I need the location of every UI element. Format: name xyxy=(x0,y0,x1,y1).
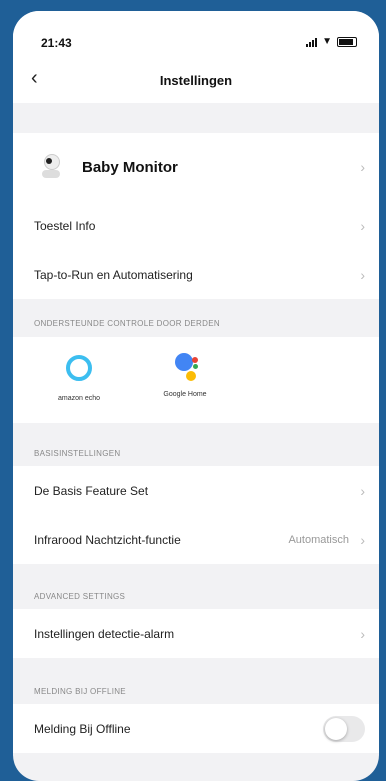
row-label: Tap-to-Run en Automatisering xyxy=(34,267,193,282)
chevron-right-icon: › xyxy=(360,159,365,175)
offline-section: Melding Bij Offline xyxy=(13,704,379,753)
third-party-section: amazon echo Google Home xyxy=(13,337,379,423)
row-infrarood-nachtzicht[interactable]: Infrarood Nachtzicht-functie Automatisch… xyxy=(13,515,379,564)
row-label: Toestel Info xyxy=(34,218,96,233)
device-name: Baby Monitor xyxy=(82,158,178,176)
row-tap-to-run[interactable]: Tap-to-Run en Automatisering › xyxy=(13,250,379,299)
phone-screen: 21:43 ▼ ‹ Instellingen Baby Monitor › To… xyxy=(13,11,379,781)
row-value: Automatisch xyxy=(288,533,349,546)
partner-list: amazon echo Google Home xyxy=(13,337,379,423)
alexa-icon xyxy=(66,355,92,381)
nav-bar: ‹ Instellingen xyxy=(13,57,379,103)
chevron-right-icon: › xyxy=(360,217,365,234)
row-label: Infrarood Nachtzicht-functie xyxy=(34,532,181,547)
page-title: Instellingen xyxy=(159,73,233,88)
chevron-right-icon: › xyxy=(360,482,365,499)
google-assistant-icon xyxy=(165,351,205,385)
chevron-right-icon: › xyxy=(360,266,365,283)
status-icons: ▼ xyxy=(306,36,357,47)
offline-toggle[interactable] xyxy=(323,715,365,742)
partner-google-home[interactable]: Google Home xyxy=(155,351,215,398)
chevron-right-icon: › xyxy=(360,625,365,642)
row-label: Instellingen detectie-alarm xyxy=(34,626,175,641)
signal-icon xyxy=(306,37,318,47)
toggle-knob xyxy=(325,717,347,740)
advanced-section: Instellingen detectie-alarm › xyxy=(13,609,379,658)
camera-icon xyxy=(40,154,60,180)
wifi-icon: ▼ xyxy=(322,36,332,47)
status-bar: 21:43 ▼ xyxy=(13,11,379,57)
row-label: De Basis Feature Set xyxy=(34,483,149,498)
section-header-third-party: ONDERSTEUNDE CONTROLE DOOR DERDEN xyxy=(34,319,220,328)
basic-section: De Basis Feature Set › Infrarood Nachtzi… xyxy=(13,466,379,564)
row-toestel-info[interactable]: Toestel Info › xyxy=(13,201,379,250)
battery-icon xyxy=(337,36,357,47)
chevron-right-icon: › xyxy=(360,531,365,548)
partner-label: amazon echo xyxy=(57,395,101,402)
section-header-basic: BASISINSTELLINGEN xyxy=(34,449,121,458)
device-section: Baby Monitor › Toestel Info › Tap-to-Run… xyxy=(13,133,379,299)
row-label: Melding Bij Offline xyxy=(34,721,131,736)
row-detectie-alarm[interactable]: Instellingen detectie-alarm › xyxy=(13,609,379,658)
status-time: 21:43 xyxy=(41,36,72,50)
row-melding-offline: Melding Bij Offline xyxy=(13,704,379,753)
partner-amazon-echo[interactable]: amazon echo xyxy=(49,351,109,402)
section-header-offline: MELDING BIJ OFFLINE xyxy=(34,687,126,696)
device-row[interactable]: Baby Monitor › xyxy=(13,133,379,201)
section-header-advanced: ADVANCED SETTINGS xyxy=(34,592,126,601)
row-basis-feature-set[interactable]: De Basis Feature Set › xyxy=(13,466,379,515)
partner-label: Google Home xyxy=(163,391,207,398)
